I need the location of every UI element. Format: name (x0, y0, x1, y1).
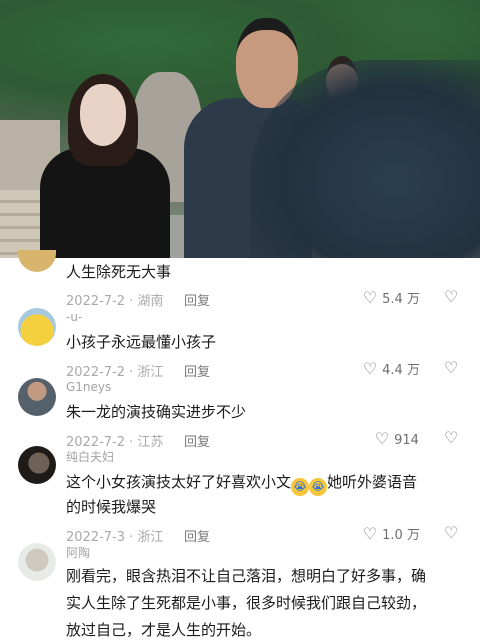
comment-date-location: 2022-7-2 · 浙江 (66, 365, 164, 380)
comment-text: 小孩子永远最懂小孩子 (66, 333, 217, 351)
like-button[interactable]: ♡ 4.4 万 (362, 359, 420, 378)
heart-outline-icon: ♡ (362, 288, 378, 307)
comment-text: 人生除死无大事 (66, 263, 172, 281)
commenter-name[interactable]: 纯白夫妇 (66, 448, 114, 465)
reply-button[interactable]: 回复 (184, 431, 210, 450)
like-count: 5.4 万 (382, 292, 420, 307)
comment-date-location: 2022-7-3 · 浙江 (66, 530, 164, 545)
comment-text-line: 放过自己，才是人生的开始。 (66, 621, 262, 639)
reply-button[interactable]: 回复 (184, 361, 210, 380)
heart-outline-icon: ♡ (374, 429, 390, 448)
commenter-name[interactable]: -u- (66, 310, 82, 324)
comment-list: 人生除死无大事 2022-7-2 · 湖南 回复 ♡ 5.4 万 ♡ -u- 小… (0, 250, 480, 640)
like-button[interactable]: ♡ 5.4 万 (362, 288, 420, 307)
avatar[interactable] (18, 308, 56, 346)
comment-text-part: 她听外婆语音 (327, 473, 418, 491)
broken-heart-icon[interactable]: ♡ (444, 428, 458, 447)
reply-button[interactable]: 回复 (184, 526, 210, 545)
like-count: 914 (394, 433, 419, 448)
heart-outline-icon: ♡ (362, 359, 378, 378)
like-button[interactable]: ♡ 914 (374, 429, 419, 448)
comment-text-line: 刚看完，眼含热泪不让自己落泪，想明白了好多事，确 (66, 567, 427, 585)
avatar[interactable] (18, 446, 56, 484)
comment-text-part: 这个小女孩演技太好了好喜欢小文 (66, 473, 292, 491)
commenter-name[interactable]: 阿陶 (66, 544, 90, 561)
comment-date-location: 2022-7-2 · 湖南 (66, 294, 164, 309)
like-count: 4.4 万 (382, 363, 420, 378)
broken-heart-icon[interactable]: ♡ (444, 358, 458, 377)
avatar[interactable] (18, 378, 56, 416)
crying-face-emoji: 😭 (309, 478, 328, 496)
broken-heart-icon[interactable]: ♡ (444, 523, 458, 542)
commenter-name[interactable]: G1neys (66, 380, 111, 394)
comment-text-line: 实人生除了生死都是小事，很多时候我们跟自己较劲， (66, 594, 427, 612)
avatar[interactable] (18, 250, 56, 272)
reply-button[interactable]: 回复 (184, 290, 210, 309)
comment-text-line: 的时候我爆哭 (66, 498, 157, 516)
like-button[interactable]: ♡ 1.0 万 (362, 524, 420, 543)
video-frame[interactable] (0, 0, 480, 258)
like-count: 1.0 万 (382, 528, 420, 543)
avatar[interactable] (18, 543, 56, 581)
comment-text: 这个小女孩演技太好了好喜欢小文 😭 😭 她听外婆语音 (66, 470, 466, 496)
crying-face-emoji: 😭 (291, 478, 310, 496)
comment-text: 朱一龙的演技确实进步不少 (66, 403, 247, 421)
woman-figure (40, 70, 170, 258)
broken-heart-icon[interactable]: ♡ (444, 287, 458, 306)
heart-outline-icon: ♡ (362, 524, 378, 543)
